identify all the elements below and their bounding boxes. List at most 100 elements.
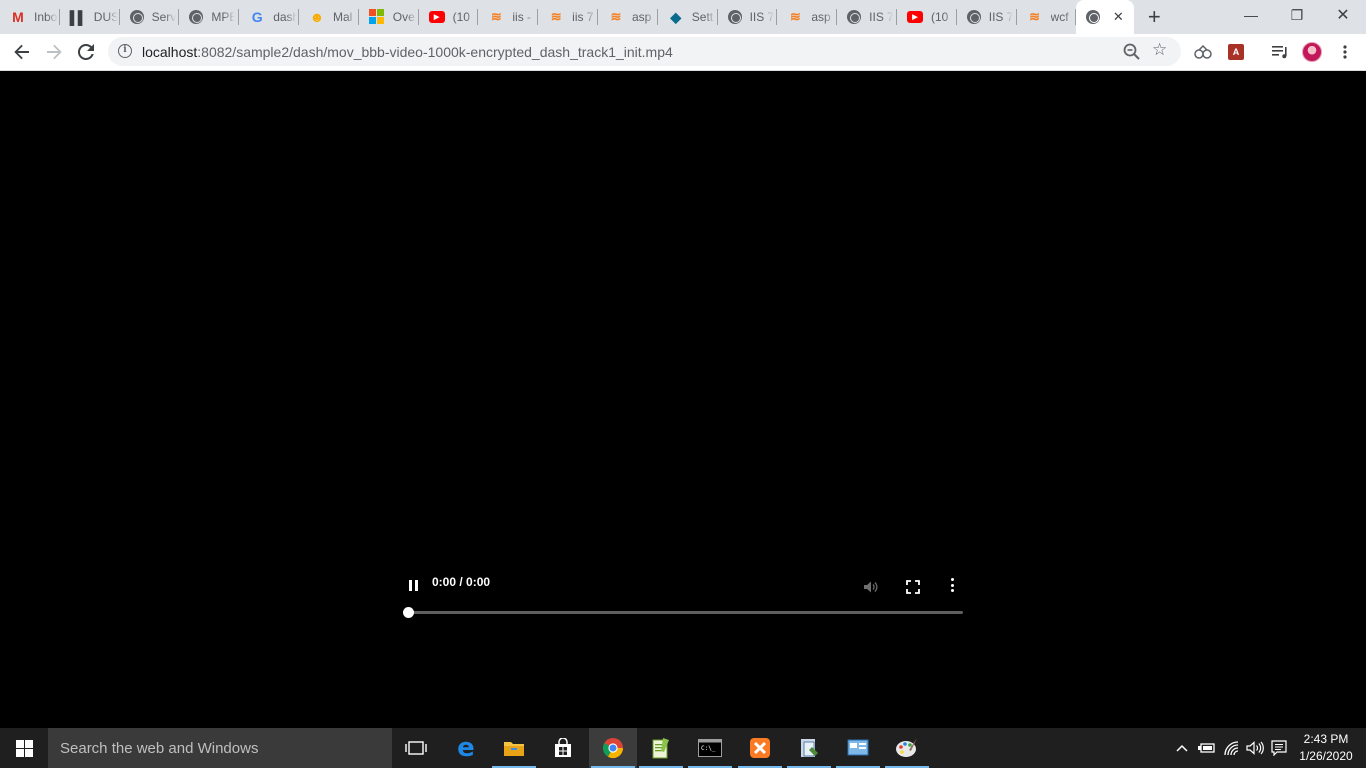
tab-title: Ove — [392, 10, 415, 24]
tray-volume[interactable] — [1245, 728, 1265, 768]
tab-title: wcf — [1050, 10, 1069, 24]
tab[interactable]: ▶ (10 — [897, 0, 957, 34]
minimize-button[interactable]: — — [1228, 0, 1274, 30]
store-icon — [555, 738, 571, 757]
tray-action-center[interactable] — [1269, 728, 1289, 768]
video-player[interactable]: 0:00 / 0:00 — [0, 71, 1366, 728]
task-view-button[interactable] — [392, 728, 440, 768]
more-options-button[interactable] — [949, 577, 955, 593]
tray-network[interactable] — [1222, 728, 1242, 768]
tab-title: asp — [631, 10, 652, 24]
tab-active[interactable]: ✕ — [1076, 0, 1135, 34]
browser-toolbar: i localhost:8082/sample2/dash/mov_bbb-vi… — [0, 34, 1366, 71]
url-path: :8082/sample2/dash/mov_bbb-video-1000k-e… — [197, 44, 673, 60]
tab[interactable]: M Inbox — [0, 0, 60, 34]
tab[interactable]: ≋ asp — [598, 0, 658, 34]
tab[interactable]: ◆ Sett — [658, 0, 718, 34]
close-tab-icon[interactable]: ✕ — [1110, 9, 1126, 25]
extension-button[interactable]: A — [1226, 42, 1246, 62]
gmail-icon: M — [12, 9, 24, 25]
show-hidden-icons-button[interactable] — [1173, 728, 1191, 768]
time-display: 0:00 / 0:00 — [432, 575, 491, 589]
tab[interactable]: ≋ iis 7 — [538, 0, 598, 34]
taskbar-app-tool[interactable] — [785, 728, 833, 768]
chevron-up-icon — [1176, 744, 1188, 752]
tab[interactable]: ≋ asp — [777, 0, 837, 34]
tab[interactable]: ▌▌ DUS — [60, 0, 120, 34]
clock-date: 1/26/2020 — [1299, 749, 1353, 763]
zoom-icon[interactable] — [1122, 42, 1142, 62]
back-button[interactable] — [8, 38, 36, 66]
window-controls: — ❐ ✕ — [1228, 0, 1366, 30]
seek-thumb[interactable] — [403, 607, 414, 618]
notepad-plus-icon — [652, 738, 669, 759]
paint-icon — [896, 738, 917, 757]
address-bar[interactable]: i localhost:8082/sample2/dash/mov_bbb-vi… — [108, 37, 1181, 66]
url-text[interactable]: localhost:8082/sample2/dash/mov_bbb-vide… — [142, 44, 673, 60]
taskbar-app-control-panel[interactable] — [834, 728, 882, 768]
tab-title: MPE — [211, 10, 236, 24]
reload-icon — [78, 44, 94, 60]
speaker-icon — [1246, 741, 1264, 755]
tab[interactable]: MPE — [179, 0, 239, 34]
tab[interactable]: Serv — [120, 0, 180, 34]
tab-title: IIS 7 — [988, 10, 1013, 24]
dot — [950, 578, 954, 581]
taskbar-app-explorer[interactable] — [490, 728, 538, 768]
wifi-icon — [1224, 741, 1239, 755]
pause-bar — [408, 580, 412, 591]
pause-button[interactable] — [406, 579, 420, 593]
tab[interactable]: ≋ iis - — [478, 0, 538, 34]
tab-title: Serv — [151, 10, 176, 24]
forward-button[interactable] — [40, 38, 68, 66]
tab-title: IIS 7 — [749, 10, 774, 24]
taskbar-search-box[interactable]: Search the web and Windows — [48, 728, 392, 768]
stackoverflow-icon: ≋ — [610, 9, 622, 24]
media-control-button[interactable] — [1270, 42, 1290, 62]
globe-icon — [1086, 10, 1101, 24]
tray-battery[interactable] — [1197, 728, 1217, 768]
google-icon: G — [251, 9, 263, 25]
tab[interactable]: ≋ wcf — [1017, 0, 1077, 34]
taskbar-clock[interactable]: 2:43 PM 1/26/2020 — [1290, 731, 1362, 765]
face-icon: ☻ — [309, 9, 325, 25]
tab[interactable]: ☻ Mal — [299, 0, 359, 34]
extension-button[interactable] — [1193, 42, 1213, 62]
info-icon[interactable]: i — [118, 44, 132, 58]
tab[interactable]: Gdash — [239, 0, 299, 34]
menu-button[interactable] — [1335, 42, 1355, 62]
taskbar-app-paint[interactable] — [883, 728, 931, 768]
control-panel-icon — [847, 739, 869, 756]
globe-icon — [129, 10, 144, 24]
file-explorer-icon — [504, 742, 524, 756]
tab[interactable]: ▶ (10 — [419, 0, 479, 34]
tab[interactable]: IIS 7 — [718, 0, 778, 34]
tab-title: dash — [273, 10, 298, 24]
close-window-button[interactable]: ✕ — [1320, 0, 1366, 30]
reload-button[interactable] — [72, 38, 100, 66]
taskbar-app-store[interactable] — [539, 728, 587, 768]
taskbar-app-notepad[interactable] — [637, 728, 685, 768]
new-tab-button[interactable]: + — [1134, 0, 1174, 34]
taskbar-app-edge[interactable]: e — [442, 728, 490, 768]
taskbar-app-cmd[interactable]: C:\_ — [686, 728, 734, 768]
app-icon — [801, 739, 818, 757]
tab-title: IIS 7 — [869, 10, 894, 24]
taskbar-app-chrome[interactable] — [589, 728, 637, 768]
tab-title: DUS — [93, 10, 118, 24]
taskbar-app-xampp[interactable] — [736, 728, 784, 768]
avatar — [1302, 42, 1322, 62]
tab-strip: M Inbox ▌▌ DUS Serv MPE Gdash ☻ Mal Ove ▶ (1… — [0, 0, 1366, 34]
pause-bar — [414, 580, 418, 591]
restore-button[interactable]: ❐ — [1274, 0, 1320, 30]
tab[interactable]: IIS 7 — [837, 0, 897, 34]
seek-bar[interactable] — [408, 611, 963, 614]
tab[interactable]: Ove — [359, 0, 419, 34]
bookmark-star-icon[interactable]: ☆ — [1152, 40, 1167, 60]
start-button[interactable] — [0, 728, 48, 768]
volume-icon[interactable] — [862, 579, 878, 595]
fullscreen-icon[interactable] — [905, 579, 921, 595]
tab[interactable]: IIS 7 — [957, 0, 1017, 34]
dot — [950, 583, 954, 587]
profile-button[interactable] — [1302, 42, 1322, 62]
